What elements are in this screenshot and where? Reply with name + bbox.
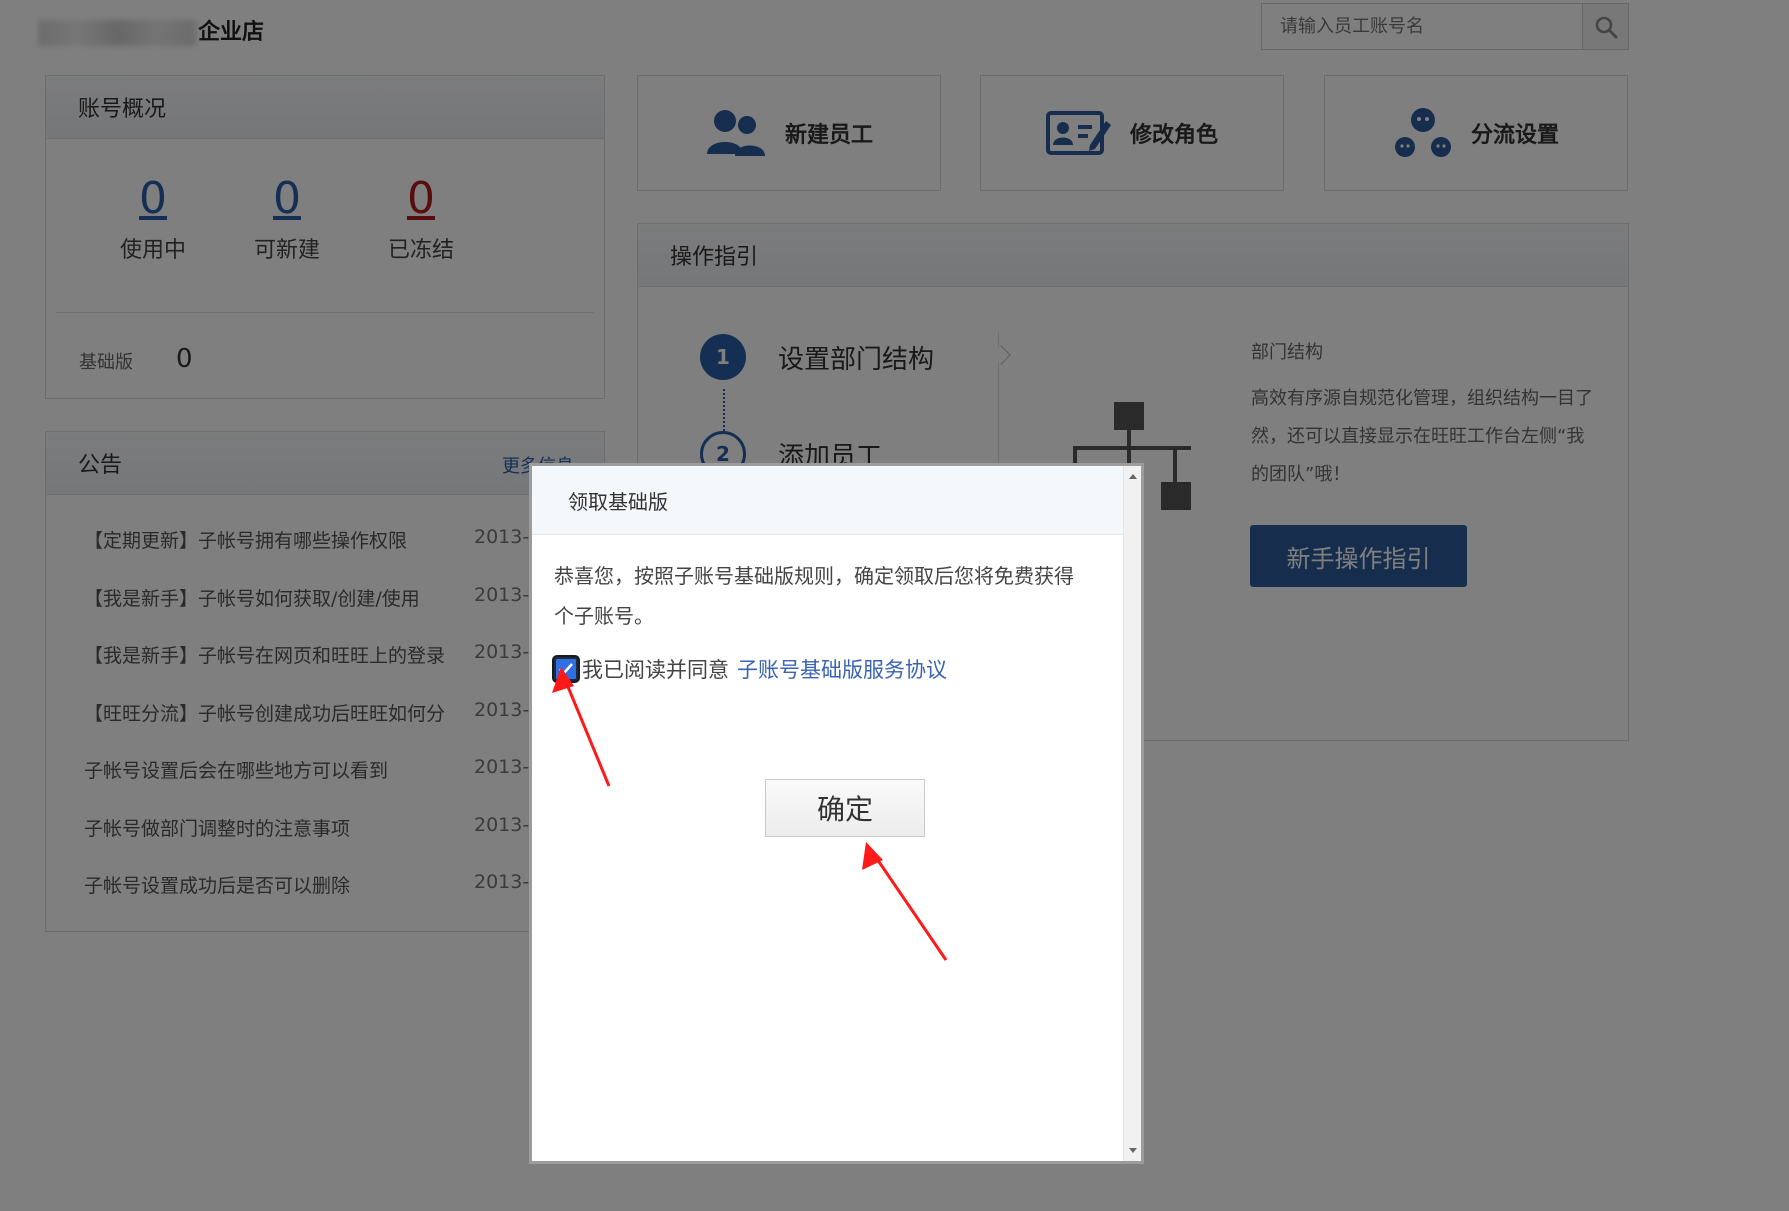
agreement-row: 我已阅读并同意 子账号基础版服务协议 (554, 654, 947, 684)
dialog-message: 恭喜您，按照子账号基础版规则，确定领取后您将免费获得 个子账号。 (554, 556, 1128, 636)
dialog-message-line: 恭喜您，按照子账号基础版规则，确定领取后您将免费获得 (554, 564, 1074, 588)
scroll-up-icon[interactable] (1129, 474, 1137, 479)
dialog-title: 领取基础版 (532, 466, 1141, 535)
claim-basic-dialog: 领取基础版 恭喜您，按照子账号基础版规则，确定领取后您将免费获得 个子账号。 我… (529, 463, 1144, 1164)
service-agreement-link[interactable]: 子账号基础版服务协议 (737, 654, 947, 684)
dialog-message-line: 个子账号。 (554, 604, 654, 628)
agree-checkbox[interactable] (554, 657, 578, 681)
agree-text: 我已阅读并同意 (582, 658, 729, 682)
scroll-down-icon[interactable] (1129, 1148, 1137, 1153)
confirm-button[interactable]: 确定 (765, 779, 925, 837)
checkmark-icon (559, 663, 573, 675)
dialog-scrollbar[interactable] (1123, 466, 1141, 1161)
